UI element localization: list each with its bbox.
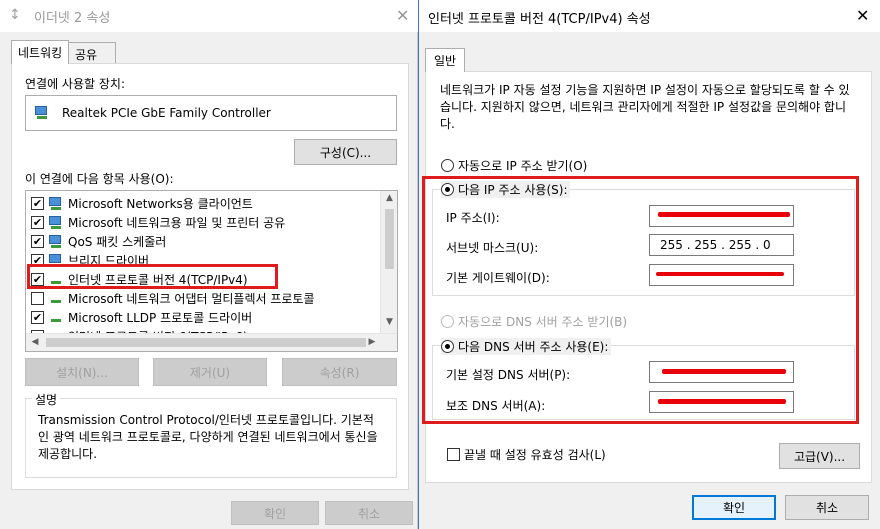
advanced-button[interactable]: 고급(V)...	[779, 443, 860, 469]
list-item[interactable]: Microsoft 네트워크 어댑터 멀티플렉서 프로토콜	[31, 289, 381, 308]
connect-using-label: 연결에 사용할 장치:	[25, 77, 125, 91]
auto-ip-radio[interactable]	[441, 159, 454, 172]
list-item[interactable]: ✔ Microsoft Networks용 클라이언트	[31, 194, 381, 213]
ipv4-highlight	[27, 264, 278, 289]
items-scrollbar-horizontal[interactable]: ◀ ▶	[26, 333, 397, 351]
front-titlebar[interactable]: 인터넷 프로토콜 버전 4(TCP/IPv4) 속성 ✕	[419, 0, 880, 32]
items-label: 이 연결에 다음 항목 사용(O):	[25, 172, 174, 186]
item-label: QoS 패킷 스케줄러	[68, 235, 167, 249]
back-titlebar[interactable]: ↕ 이더넷 2 속성 ✕	[0, 0, 418, 32]
settings-highlight	[422, 176, 859, 424]
properties-button[interactable]: 속성(R)	[282, 358, 397, 386]
intro-text: 네트워크가 IP 자동 설정 기능을 지원하면 IP 설정이 자동으로 할당되도…	[440, 83, 850, 131]
adapter-box: Realtek PCIe GbE Family Controller	[25, 95, 397, 131]
list-item[interactable]: ✔ Microsoft LLDP 프로토콜 드라이버	[31, 308, 381, 327]
service-icon	[48, 234, 64, 249]
scroll-thumb[interactable]	[385, 209, 394, 269]
item-label: Microsoft 네트워크 어댑터 멀티플렉서 프로토콜	[68, 292, 315, 306]
validate-option[interactable]: 끝낼 때 설정 유효성 검사(L)	[447, 446, 606, 463]
item-label: Microsoft LLDP 프로토콜 드라이버	[68, 311, 253, 325]
tab-networking[interactable]: 네트워킹	[11, 40, 70, 64]
service-icon	[48, 215, 64, 230]
scroll-right-icon[interactable]: ▶	[366, 337, 378, 347]
validate-checkbox[interactable]	[447, 448, 460, 461]
protocol-icon	[48, 311, 64, 325]
back-cancel-button[interactable]: 취소	[325, 501, 413, 525]
front-close-icon[interactable]: ✕	[856, 6, 869, 25]
protocol-icon	[48, 292, 64, 306]
client-icon	[48, 196, 64, 211]
uninstall-button[interactable]: 제거(U)	[153, 358, 267, 386]
back-ok-button[interactable]: 확인	[231, 501, 319, 525]
validate-label: 끝낼 때 설정 유효성 검사(L)	[464, 448, 606, 462]
auto-ip-option[interactable]: 자동으로 IP 주소 받기(O)	[441, 157, 587, 174]
install-button[interactable]: 설치(N)...	[25, 358, 139, 386]
scroll-up-icon[interactable]: ▲	[381, 193, 397, 203]
item-label: Microsoft 네트워크용 파일 및 프린터 공유	[68, 216, 286, 230]
configure-button[interactable]: 구성(C)...	[294, 139, 397, 165]
scroll-down-icon[interactable]: ▼	[381, 317, 397, 327]
adapter-name: Realtek PCIe GbE Family Controller	[62, 106, 271, 120]
ethernet-properties-dialog: ↕ 이더넷 2 속성 ✕ 네트워킹 공유 연결에 사용할 장치: Realtek…	[0, 0, 418, 529]
network-adapter-icon: ↕	[9, 7, 21, 23]
front-ok-button[interactable]: 확인	[692, 495, 776, 520]
item-label: Microsoft Networks용 클라이언트	[68, 197, 253, 211]
adapter-icon	[34, 106, 50, 120]
item-checkbox[interactable]	[31, 292, 44, 305]
items-scrollbar-vertical[interactable]: ▲ ▼	[380, 191, 397, 333]
list-item[interactable]: ✔ Microsoft 네트워크용 파일 및 프린터 공유	[31, 213, 381, 232]
item-checkbox[interactable]: ✔	[31, 197, 44, 210]
tab-general[interactable]: 일반	[425, 48, 465, 72]
auto-ip-label: 자동으로 IP 주소 받기(O)	[458, 159, 588, 173]
front-cancel-button[interactable]: 취소	[785, 495, 869, 520]
item-checkbox[interactable]: ✔	[31, 216, 44, 229]
scroll-h-thumb[interactable]	[46, 338, 366, 347]
scroll-left-icon[interactable]: ◀	[29, 337, 41, 347]
item-checkbox[interactable]: ✔	[31, 235, 44, 248]
tab-sharing[interactable]: 공유	[68, 42, 116, 64]
list-item[interactable]: ✔ QoS 패킷 스케줄러	[31, 232, 381, 251]
back-close-icon[interactable]: ✕	[396, 6, 409, 25]
description-text: Transmission Control Protocol/인터넷 프로토콜입니…	[38, 413, 378, 461]
description-label: 설명	[32, 391, 61, 408]
item-checkbox[interactable]: ✔	[31, 311, 44, 324]
ipv4-properties-dialog: 인터넷 프로토콜 버전 4(TCP/IPv4) 속성 ✕ 일반 네트워크가 IP…	[418, 0, 880, 529]
front-dialog-title: 인터넷 프로토콜 버전 4(TCP/IPv4) 속성	[428, 12, 651, 27]
back-dialog-title: 이더넷 2 속성	[34, 11, 111, 26]
